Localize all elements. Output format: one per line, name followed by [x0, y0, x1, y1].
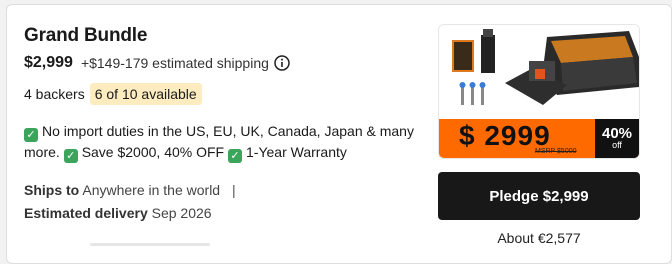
check-icon: ✓ [228, 149, 242, 163]
perk-savings: Save $2000, 40% OFF [81, 144, 225, 160]
backers-count: 4 backers [24, 86, 85, 102]
reward-price: $2,999 [24, 54, 73, 71]
check-icon: ✓ [24, 128, 38, 142]
delivery-row: Estimated delivery Sep 2026 [24, 205, 212, 221]
ships-to-label: Ships to [24, 182, 80, 198]
shipping-estimate: +$149-179 estimated shipping [80, 55, 269, 71]
pledge-button[interactable]: Pledge $2,999 [438, 172, 640, 220]
discount-badge: 40% off [595, 119, 639, 158]
perks-list: ✓ No import duties in the US, EU, UK, Can… [24, 121, 424, 163]
product-image: $ 2999 MSRP $5000 40% off [438, 24, 640, 159]
ships-to-value: Anywhere in the world [82, 182, 221, 198]
delivery-label: Estimated delivery [24, 205, 148, 221]
price-row: $2,999 +$149-179 estimated shipping [24, 54, 290, 72]
reward-title: Grand Bundle [24, 25, 148, 46]
check-icon: ✓ [63, 149, 78, 163]
backers-row: 4 backers 6 of 10 available [24, 83, 202, 105]
ships-to-row: Ships to Anywhere in the world | [24, 182, 236, 198]
converted-price: About €2,577 [497, 230, 581, 246]
perk-warranty: 1-Year Warranty [246, 144, 347, 160]
msrp-text: MSRP $5000 [535, 148, 577, 155]
delivery-value: Sep 2026 [151, 205, 212, 221]
divider [90, 243, 210, 246]
separator: | [232, 182, 236, 198]
availability-badge: 6 of 10 available [89, 83, 202, 105]
laser-engraver-illustration [439, 25, 639, 120]
info-icon[interactable] [274, 55, 290, 71]
